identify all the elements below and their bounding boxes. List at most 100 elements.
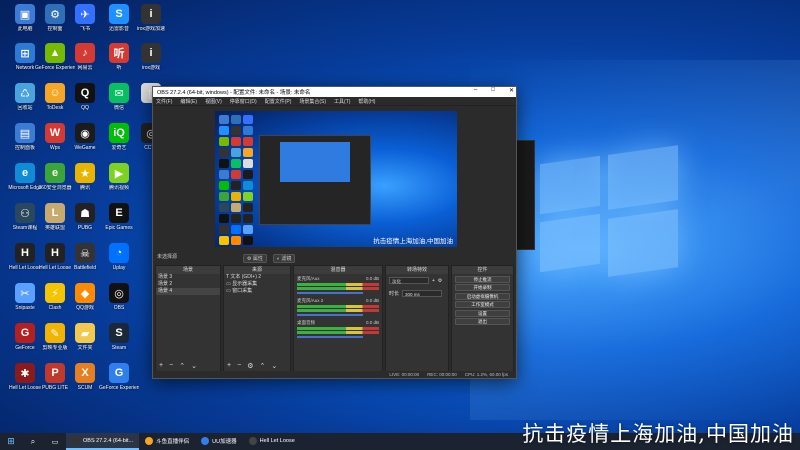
app-icon: ☗: [75, 203, 95, 223]
move-down-icon[interactable]: ⌄: [191, 362, 197, 370]
rec-timer: REC: 00:00:00: [427, 372, 457, 377]
desktop-icon[interactable]: ⊞ Network: [8, 43, 42, 81]
volume-slider[interactable]: [297, 292, 363, 294]
close-icon[interactable]: ✕: [509, 87, 514, 94]
taskbar-item[interactable]: OBS 27.2.4 (64-bit...: [66, 433, 140, 450]
desktop-icon[interactable]: ♺ 回收站: [8, 83, 42, 121]
desktop-icon[interactable]: P PUBG LITE: [38, 363, 72, 401]
scene-item[interactable]: 场景 2: [156, 281, 220, 288]
properties-button[interactable]: ⚙ 属性: [243, 254, 267, 263]
menu-edit[interactable]: 编辑(E): [180, 98, 197, 105]
desktop-icon[interactable]: W Wps: [38, 123, 72, 161]
menu-scene-collection[interactable]: 场景集合(S): [299, 98, 326, 105]
desktop-icon[interactable]: E Epic Games: [102, 203, 136, 241]
desktop-icon[interactable]: S 迅雷影音: [102, 4, 136, 42]
desktop-icon[interactable]: iQ 爱奇艺: [102, 123, 136, 161]
add-scene-icon[interactable]: +: [159, 362, 163, 370]
desktop-icon[interactable]: H Hell Let Loose: [8, 243, 42, 281]
desktop-icon[interactable]: ▣ 此电脑: [8, 4, 42, 42]
desktop-icon[interactable]: ⚙ 控制面: [38, 4, 72, 42]
desktop-icon[interactable]: Q QQ: [68, 83, 102, 121]
source-item[interactable]: T 文本 (GDI+) 2: [224, 274, 290, 281]
source-item[interactable]: ▭ 显示器采集: [224, 281, 290, 288]
taskbar-item[interactable]: UU加速器: [195, 433, 242, 450]
desktop-icon[interactable]: G GeForce: [8, 323, 42, 361]
desktop-icon[interactable]: ◆ QQ游戏: [68, 283, 102, 321]
desktop-icon[interactable]: ▲GeForce Experience: [35, 43, 75, 81]
desktop-icon[interactable]: ✂ Snipaste: [8, 283, 42, 321]
desktop-icon[interactable]: ⚇ Steam课程: [8, 203, 42, 241]
search-icon[interactable]: ⌕: [22, 433, 44, 450]
desktop-icon[interactable]: i irox游戏: [134, 43, 168, 81]
move-up-icon[interactable]: ⌃: [259, 362, 265, 370]
desktop-icon[interactable]: ✈ 飞书: [68, 4, 102, 42]
desktop-icon[interactable]: ◔ Uplay: [102, 243, 136, 281]
desktop-icon[interactable]: ▶ 腾讯视频: [102, 163, 136, 201]
volume-slider[interactable]: [297, 314, 363, 316]
add-source-icon[interactable]: +: [227, 362, 231, 370]
desktop-icon[interactable]: X SCUM: [68, 363, 102, 401]
settings-button[interactable]: 设置: [455, 309, 510, 317]
desktop-icon[interactable]: i irox游戏加速: [134, 4, 168, 42]
taskbar-item[interactable]: Hell Let Loose: [243, 433, 301, 450]
desktop-icon[interactable]: ☗ PUBG: [68, 203, 102, 241]
virtual-camera-button[interactable]: 启动虚拟摄像机: [455, 292, 510, 300]
desktop-icon[interactable]: ☺ ToDesk: [38, 83, 72, 121]
maximize-icon[interactable]: □: [491, 87, 495, 94]
desktop-icon[interactable]: ⚡ Clash: [38, 283, 72, 321]
obs-titlebar[interactable]: OBS 27.2.4 (64-bit, windows) - 配置文件: 未命名…: [153, 87, 516, 97]
menu-file[interactable]: 文件(F): [156, 98, 172, 105]
minimize-icon[interactable]: –: [474, 87, 477, 94]
volume-slider[interactable]: [297, 336, 363, 338]
desktop-icon[interactable]: ✎ 剪映专业版: [38, 323, 72, 361]
stop-streaming-button[interactable]: 停止推流: [455, 275, 510, 283]
desktop-icon[interactable]: ✱ Hell Let Loose: [8, 363, 42, 401]
task-view-icon[interactable]: ▭: [44, 433, 66, 450]
move-down-icon[interactable]: ⌄: [271, 362, 277, 370]
preview-icon: [231, 236, 241, 245]
desktop-icon[interactable]: ▰ 文件夹: [68, 323, 102, 361]
exit-button[interactable]: 退出: [455, 318, 510, 325]
menu-help[interactable]: 帮助(H): [358, 98, 375, 105]
filters-button[interactable]: ◐ 滤镜: [272, 254, 296, 263]
desktop-icon[interactable]: S Steam: [102, 323, 136, 361]
menu-view[interactable]: 视图(V): [205, 98, 222, 105]
desktop-icon[interactable]: e 360安全浏览器: [38, 163, 72, 201]
scene-item[interactable]: 场景 3: [156, 274, 220, 281]
obs-preview[interactable]: 抗击疫情上海加油,中国加油: [215, 111, 457, 247]
taskbar-item[interactable]: 斗鱼直播伴侣: [139, 433, 195, 450]
desktop-icon[interactable]: ▤ 控制面板: [8, 123, 42, 161]
preview-icon: [219, 225, 229, 234]
desktop-icon[interactable]: ★ 腾讯: [68, 163, 102, 201]
desktop-icon[interactable]: 听听: [102, 43, 136, 81]
start-recording-button[interactable]: 开始录制: [455, 284, 510, 291]
move-up-icon[interactable]: ⌃: [179, 362, 185, 370]
desktop-icon[interactable]: e Microsoft Edge: [8, 163, 42, 201]
app-icon: ☺: [45, 83, 65, 103]
desktop-icon[interactable]: G GeForce Experience: [99, 363, 139, 401]
desktop-icon[interactable]: L 英雄联盟: [38, 203, 72, 241]
desktop-icon[interactable]: ✉ 微信: [102, 83, 136, 121]
desktop-icon[interactable]: ◎ OBS: [102, 283, 136, 321]
desktop-icon[interactable]: ♪ 网易云: [68, 43, 102, 81]
gear-icon[interactable]: ⚙: [247, 362, 253, 370]
transition-select[interactable]: 淡化: [389, 277, 429, 284]
desktop-icon[interactable]: ◉ WeGame: [68, 123, 102, 161]
menu-docks[interactable]: 停靠窗口(D): [230, 98, 257, 105]
menu-profile[interactable]: 配置文件(P): [265, 98, 292, 105]
desktop-icon[interactable]: H Hell Let Loose: [38, 243, 72, 281]
remove-source-icon[interactable]: −: [237, 362, 241, 370]
start-button[interactable]: ⊞: [0, 433, 22, 450]
duration-input[interactable]: 300 ms: [402, 290, 443, 297]
obs-window[interactable]: OBS 27.2.4 (64-bit, windows) - 配置文件: 未命名…: [152, 86, 517, 379]
source-item[interactable]: ▭ 窗口采集: [224, 288, 290, 295]
taskbar-item-label: UU加速器: [212, 438, 237, 445]
remove-scene-icon[interactable]: −: [169, 362, 173, 370]
desktop-icon[interactable]: ☠ Battlefield: [68, 243, 102, 281]
gear-icon[interactable]: ⚙: [438, 278, 442, 284]
scene-item[interactable]: 场景 4: [156, 288, 220, 295]
app-icon: ▤: [15, 123, 35, 143]
menu-tools[interactable]: 工具(T): [334, 98, 350, 105]
add-transition-icon[interactable]: +: [432, 278, 435, 284]
studio-mode-button[interactable]: 工作室模式: [455, 301, 510, 308]
